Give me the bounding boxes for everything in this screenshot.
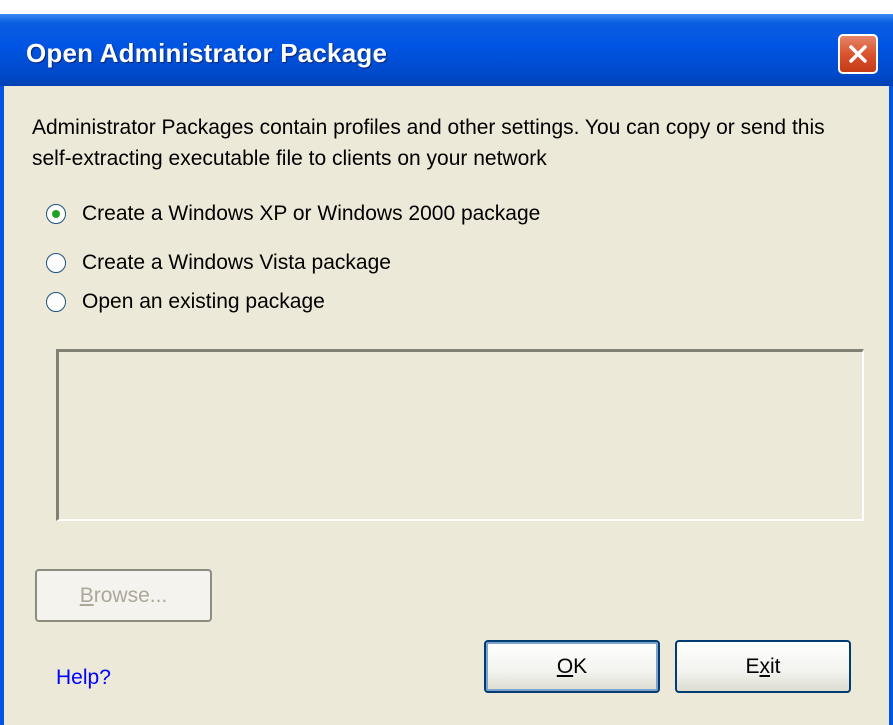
radio-icon[interactable] xyxy=(46,204,66,224)
radio-icon[interactable] xyxy=(46,292,66,312)
radio-icon[interactable] xyxy=(46,253,66,273)
help-link[interactable]: Help? xyxy=(56,666,111,690)
option-label: Create a Windows Vista package xyxy=(82,251,391,274)
exit-label: Exit xyxy=(745,654,781,678)
window-title: Open Administrator Package xyxy=(26,38,388,68)
close-button[interactable] xyxy=(838,34,878,74)
title-bar[interactable]: Open Administrator Package xyxy=(0,14,893,86)
browse-label: Browse... xyxy=(79,583,168,607)
option-xp-2000-package[interactable]: Create a Windows XP or Windows 2000 pack… xyxy=(46,202,540,226)
background-strip xyxy=(0,0,893,14)
option-vista-package[interactable]: Create a Windows Vista package xyxy=(46,251,391,275)
browse-button[interactable]: Browse... xyxy=(35,569,212,622)
description-text: Administrator Packages contain profiles … xyxy=(32,116,825,170)
exit-button[interactable]: Exit xyxy=(675,640,851,693)
option-open-existing[interactable]: Open an existing package xyxy=(46,290,325,314)
package-path-field[interactable] xyxy=(56,349,864,521)
close-icon xyxy=(849,45,867,63)
ok-button[interactable]: OK xyxy=(484,640,660,693)
radio-selected-dot xyxy=(52,210,60,218)
option-label: Open an existing package xyxy=(82,290,325,313)
ok-label: OK xyxy=(556,654,588,678)
option-label: Create a Windows XP or Windows 2000 pack… xyxy=(82,202,541,225)
